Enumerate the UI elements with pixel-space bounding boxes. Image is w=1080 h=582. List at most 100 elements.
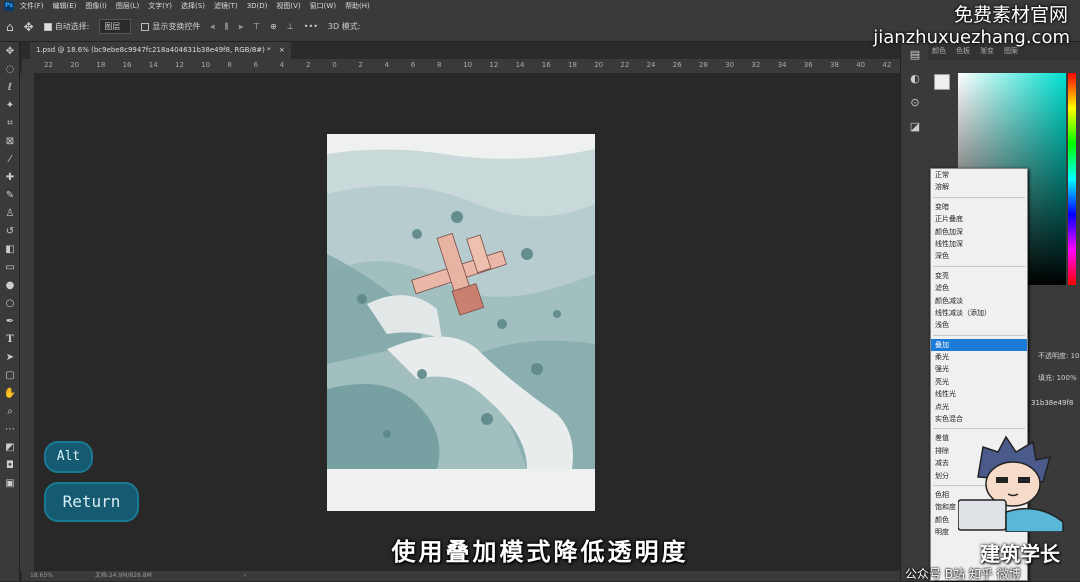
blend-mode-option[interactable]: 浅色 [931,319,1027,331]
show-transform-option[interactable]: 显示变换控件 [141,21,200,32]
blend-mode-option[interactable]: 正片叠底 [931,213,1027,225]
opacity-label: 不透明度: [1038,352,1069,360]
brush-icon[interactable]: ✎ [0,186,20,204]
menu-file[interactable]: 文件(F) [20,1,44,11]
frame-icon[interactable]: ⊠ [0,132,20,150]
screen-mode-icon[interactable]: ▣ [0,474,20,492]
hand-icon[interactable]: ✋ [0,384,20,402]
eraser-icon[interactable]: ◧ [0,240,20,258]
blend-mode-option[interactable]: 深色 [931,250,1027,262]
more-tools-icon[interactable]: ⋯ [0,420,20,438]
blur-icon[interactable]: ● [0,276,20,294]
blend-mode-option[interactable]: 亮光 [931,376,1027,388]
dodge-icon[interactable]: ○ [0,294,20,312]
blend-mode-option[interactable]: 线性加深 [931,238,1027,250]
auto-select-option[interactable]: 自动选择: [43,21,90,32]
blend-mode-option[interactable]: 变亮 [931,270,1027,282]
align-center-icon[interactable]: ⫼ [225,22,229,32]
properties-icon[interactable]: ⊙ [901,90,929,114]
opacity-value[interactable]: 100% [1071,352,1080,360]
ruler-tick-label: 30 [725,61,735,69]
color-swatches-icon[interactable]: ◩ [0,438,20,456]
watermark-title: 免费素材官网 [953,4,1068,26]
pen-icon[interactable]: ✒ [0,312,20,330]
align-right-icon[interactable]: ⫸ [239,22,244,32]
menu-filter[interactable]: 滤镜(T) [214,1,238,11]
ruler-tick-label: 18 [96,61,106,69]
zoom-level[interactable]: 18.65% [30,572,53,579]
lasso-icon[interactable]: ℓ [0,78,20,96]
status-arrow-icon[interactable]: › [244,572,246,579]
brand-name: 建筑学长 [980,542,1060,566]
gradient-icon[interactable]: ▭ [0,258,20,276]
menu-bar: Ps 文件(F) 编辑(E) 图像(I) 图层(L) 文字(Y) 选择(S) 滤… [0,0,1080,12]
menu-view[interactable]: 视图(V) [276,1,300,11]
auto-select-dropdown[interactable]: 图层 [99,19,132,34]
menu-help[interactable]: 帮助(H) [345,1,370,11]
stamp-icon[interactable]: ♙ [0,204,20,222]
align-middle-icon[interactable]: ⊕ [270,22,277,31]
fill-value[interactable]: 100% [1057,374,1077,382]
blend-mode-option[interactable]: 叠加 [931,338,1027,352]
quick-mask-icon[interactable]: ◘ [0,456,20,474]
blend-mode-option[interactable]: 柔光 [931,351,1027,363]
ruler-tick-label: 28 [699,61,708,69]
menu-window[interactable]: 窗口(W) [310,1,336,11]
menu-layer[interactable]: 图层(L) [116,1,139,11]
blend-mode-option[interactable]: 滤色 [931,282,1027,294]
vertical-ruler [20,73,34,571]
show-transform-checkbox[interactable] [141,22,150,31]
align-top-icon[interactable]: ⊤ [253,22,260,31]
menu-type[interactable]: 文字(Y) [148,1,172,11]
status-bar: 18.65% 文档:24.9M/826.8M › [22,571,900,581]
eyedropper-icon[interactable]: ⁄ [0,150,20,168]
type-icon[interactable]: T [0,330,20,348]
blend-mode-option[interactable]: 溶解 [931,181,1027,193]
blend-mode-option[interactable]: 线性减淡（添加） [931,307,1027,319]
close-tab-icon[interactable]: × [279,46,285,54]
blend-mode-option[interactable]: 实色混合 [931,413,1027,425]
move-tool-icon[interactable]: ✥ [24,20,34,34]
cartoon-character-icon [957,435,1064,533]
blend-mode-option[interactable]: 颜色减淡 [931,295,1027,307]
menu-edit[interactable]: 编辑(E) [53,1,77,11]
brand-channels: 公众号 B站 知乎 微博 [905,567,1021,581]
auto-select-checkbox[interactable] [43,22,52,31]
ruler-tick-label: 2 [358,61,363,69]
menu-image[interactable]: 图像(I) [85,1,107,11]
blend-mode-option[interactable]: 强光 [931,363,1027,375]
move-icon[interactable]: ✥ [0,42,20,60]
menu-select[interactable]: 选择(S) [181,1,205,11]
layer-name[interactable]: 31b38e49f8 [1031,399,1073,407]
blend-mode-option[interactable]: 正常 [931,169,1027,181]
magic-wand-icon[interactable]: ✦ [0,96,20,114]
more-options-button[interactable]: ••• [304,22,318,31]
healing-icon[interactable]: ✚ [0,168,20,186]
avatar [957,432,1068,533]
blend-mode-option[interactable]: 变暗 [931,201,1027,213]
align-bottom-icon[interactable]: ⊥ [287,22,294,31]
document-tab[interactable]: 1.psd @ 18.6% (bc9ebe8c9947fc218a404631b… [30,42,291,59]
alt-key-overlay: Alt [44,441,93,473]
blend-mode-option[interactable]: 点光 [931,401,1027,413]
rectangle-icon[interactable]: ▢ [0,366,20,384]
layers-icon[interactable]: ◪ [901,114,929,138]
auto-select-label: 自动选择: [54,22,90,31]
home-icon[interactable]: ⌂ [6,20,14,34]
zoom-icon[interactable]: ⌕ [0,402,20,420]
blend-mode-option[interactable]: 颜色加深 [931,226,1027,238]
crop-icon[interactable]: ⌗ [0,114,20,132]
fill-label: 填充: [1038,374,1055,382]
document-image[interactable] [327,134,595,511]
menu-3d[interactable]: 3D(D) [247,2,268,10]
adjustments-icon[interactable]: ◐ [901,66,929,90]
path-select-icon[interactable]: ➤ [0,348,20,366]
ruler-tick-label: 22 [620,61,630,69]
history-brush-icon[interactable]: ↺ [0,222,20,240]
blend-mode-option[interactable]: 线性光 [931,388,1027,400]
document-tab-bar: 1.psd @ 18.6% (bc9ebe8c9947fc218a404631b… [22,42,900,59]
foreground-swatch[interactable] [934,74,950,90]
marquee-icon[interactable]: ◌ [0,60,20,78]
hue-slider[interactable] [1068,73,1076,285]
align-left-icon[interactable]: ⫷ [210,22,215,32]
